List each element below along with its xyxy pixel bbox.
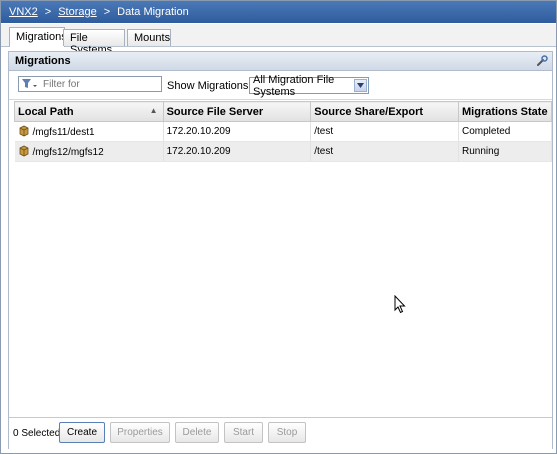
wrench-icon[interactable] — [536, 55, 548, 67]
show-migrations-value: All Migration File Systems — [253, 73, 335, 98]
column-header-source-file-server[interactable]: Source File Server — [162, 101, 312, 122]
migrations-panel: Migrations Show Migrations for: All Migr… — [8, 51, 553, 449]
tab-file-systems[interactable]: File Systems — [63, 29, 125, 56]
table-row[interactable]: /mgfs11/dest1 172.20.10.209 /test Comple… — [14, 121, 552, 142]
mouse-cursor-icon — [394, 295, 406, 314]
cell-local-path: /mgfs12/mgfs12 — [14, 141, 164, 162]
cell-state: Running — [458, 141, 552, 162]
action-footer: 0 Selected Create Properties Delete Star… — [9, 417, 552, 449]
panel-title: Migrations — [15, 55, 71, 67]
breadcrumb-current: Data Migration — [117, 6, 189, 18]
local-path-text: /mgfs11/dest1 — [32, 127, 95, 138]
breadcrumb-separator: > — [103, 6, 111, 18]
cell-source-share: /test — [310, 141, 459, 162]
filter-toolbar: Show Migrations for: All Migration File … — [9, 71, 552, 100]
breadcrumb: VNX2 > Storage > Data Migration — [1, 1, 556, 23]
stop-button[interactable]: Stop — [268, 422, 306, 443]
cell-source-server: 172.20.10.209 — [163, 141, 312, 162]
cell-source-server: 172.20.10.209 — [163, 121, 312, 142]
cell-source-share: /test — [310, 121, 459, 142]
tab-migrations[interactable]: Migrations — [9, 27, 67, 47]
column-header-local-path[interactable]: Local Path ▲ — [14, 101, 164, 122]
start-button[interactable]: Start — [224, 422, 263, 443]
filter-icon[interactable] — [19, 77, 41, 91]
migrations-table: Local Path ▲ Source File Server Source S… — [14, 101, 552, 162]
breadcrumb-vnx2[interactable]: VNX2 — [9, 6, 38, 18]
table-header-row: Local Path ▲ Source File Server Source S… — [14, 101, 552, 122]
filter-field[interactable] — [18, 76, 162, 92]
table-row[interactable]: /mgfs12/mgfs12 172.20.10.209 /test Runni… — [14, 141, 552, 162]
filesystem-icon — [19, 145, 28, 157]
panel-header: Migrations — [9, 52, 552, 71]
local-path-text: /mgfs12/mgfs12 — [32, 147, 104, 158]
create-button[interactable]: Create — [59, 422, 105, 443]
column-header-source-share[interactable]: Source Share/Export — [310, 101, 459, 122]
column-header-migrations-state[interactable]: Migrations State — [458, 101, 552, 122]
filesystem-icon — [19, 125, 28, 137]
breadcrumb-storage[interactable]: Storage — [58, 6, 97, 18]
sort-ascending-icon: ▲ — [149, 105, 158, 115]
tab-bar: Migrations File Systems Mounts — [1, 24, 556, 56]
chevron-down-icon[interactable] — [354, 79, 367, 92]
cell-local-path: /mgfs11/dest1 — [14, 121, 164, 142]
show-migrations-select[interactable]: All Migration File Systems — [249, 74, 369, 98]
delete-button[interactable]: Delete — [175, 422, 219, 443]
cell-state: Completed — [458, 121, 552, 142]
selection-count: 0 Selected — [13, 428, 61, 439]
tab-mounts[interactable]: Mounts — [127, 29, 171, 46]
filter-input[interactable] — [41, 78, 153, 90]
column-header-label: Local Path — [18, 105, 74, 118]
properties-button[interactable]: Properties — [110, 422, 170, 443]
breadcrumb-separator: > — [44, 6, 52, 18]
